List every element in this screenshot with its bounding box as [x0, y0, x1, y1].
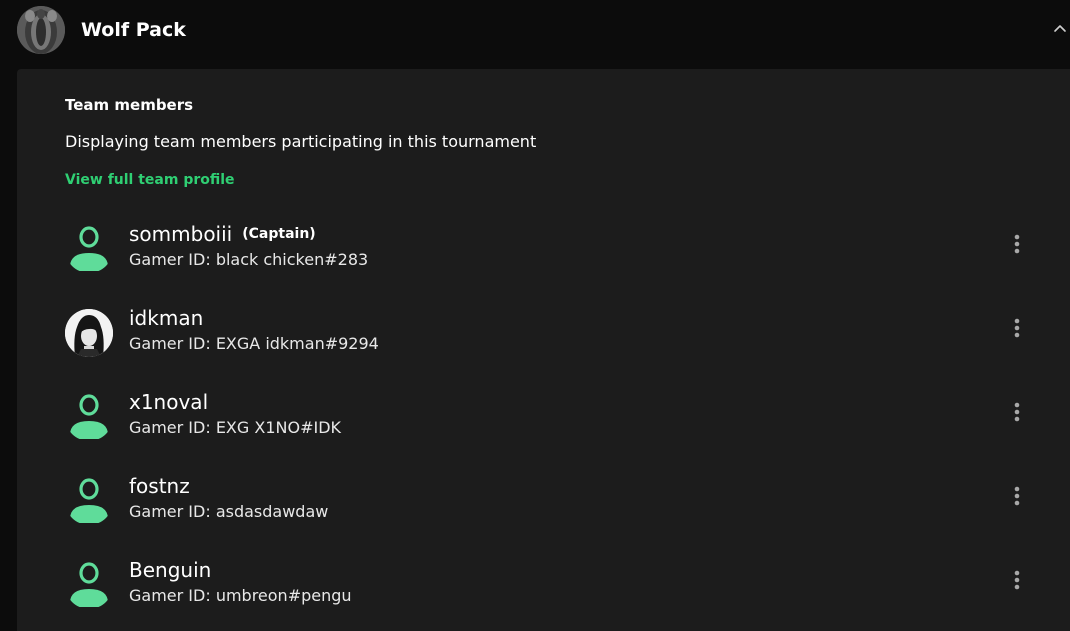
section-description: Displaying team members participating in… [65, 132, 537, 151]
member-gamer-id: Gamer ID: black chicken#283 [129, 250, 369, 269]
more-vertical-icon [1014, 402, 1020, 422]
section-title: Team members [65, 96, 194, 114]
member-row: idkman Gamer ID: EXGA idkman#9294 [65, 305, 1065, 365]
member-name: fostnz [129, 474, 190, 498]
more-vertical-icon [1014, 486, 1020, 506]
member-name: Benguin [129, 558, 212, 582]
team-name: Wolf Pack [81, 19, 186, 41]
default-user-icon [70, 394, 108, 439]
avatar [65, 225, 113, 273]
member-gamer-id: Gamer ID: umbreon#pengu [129, 586, 352, 605]
team-members-panel: Team members Displaying team members par… [17, 69, 1070, 631]
member-row: fostnz Gamer ID: asdasdawdaw [65, 473, 1065, 533]
member-options-button[interactable] [1005, 567, 1029, 595]
avatar [65, 477, 113, 525]
member-gamer-id: Gamer ID: EXG X1NO#IDK [129, 418, 342, 437]
member-row: sommboiii (Captain) Gamer ID: black chick… [65, 221, 1065, 281]
more-vertical-icon [1014, 570, 1020, 590]
team-avatar [17, 6, 65, 54]
team-header[interactable]: Wolf Pack [0, 0, 1070, 68]
captain-badge: (Captain) [242, 226, 316, 242]
member-name: idkman [129, 306, 204, 330]
member-options-button[interactable] [1005, 315, 1029, 343]
member-row: x1noval Gamer ID: EXG X1NO#IDK [65, 389, 1065, 449]
user-photo-icon [65, 309, 113, 357]
member-options-button[interactable] [1005, 399, 1029, 427]
chevron-up-icon [1054, 25, 1066, 32]
member-name: sommboiii [129, 222, 233, 246]
team-logo-icon [17, 6, 65, 54]
default-user-icon [70, 226, 108, 271]
default-user-icon [70, 562, 108, 607]
member-name: x1noval [129, 390, 209, 414]
member-gamer-id: Gamer ID: asdasdawdaw [129, 502, 329, 521]
member-options-button[interactable] [1005, 231, 1029, 259]
more-vertical-icon [1014, 234, 1020, 254]
more-vertical-icon [1014, 318, 1020, 338]
avatar [65, 561, 113, 609]
collapse-button[interactable] [1050, 18, 1070, 38]
member-options-button[interactable] [1005, 483, 1029, 511]
avatar [65, 393, 113, 441]
member-row: Benguin Gamer ID: umbreon#pengu [65, 557, 1065, 617]
member-gamer-id: Gamer ID: EXGA idkman#9294 [129, 334, 379, 353]
view-team-profile-link[interactable]: View full team profile [65, 170, 235, 190]
default-user-icon [70, 478, 108, 523]
avatar [65, 309, 113, 357]
